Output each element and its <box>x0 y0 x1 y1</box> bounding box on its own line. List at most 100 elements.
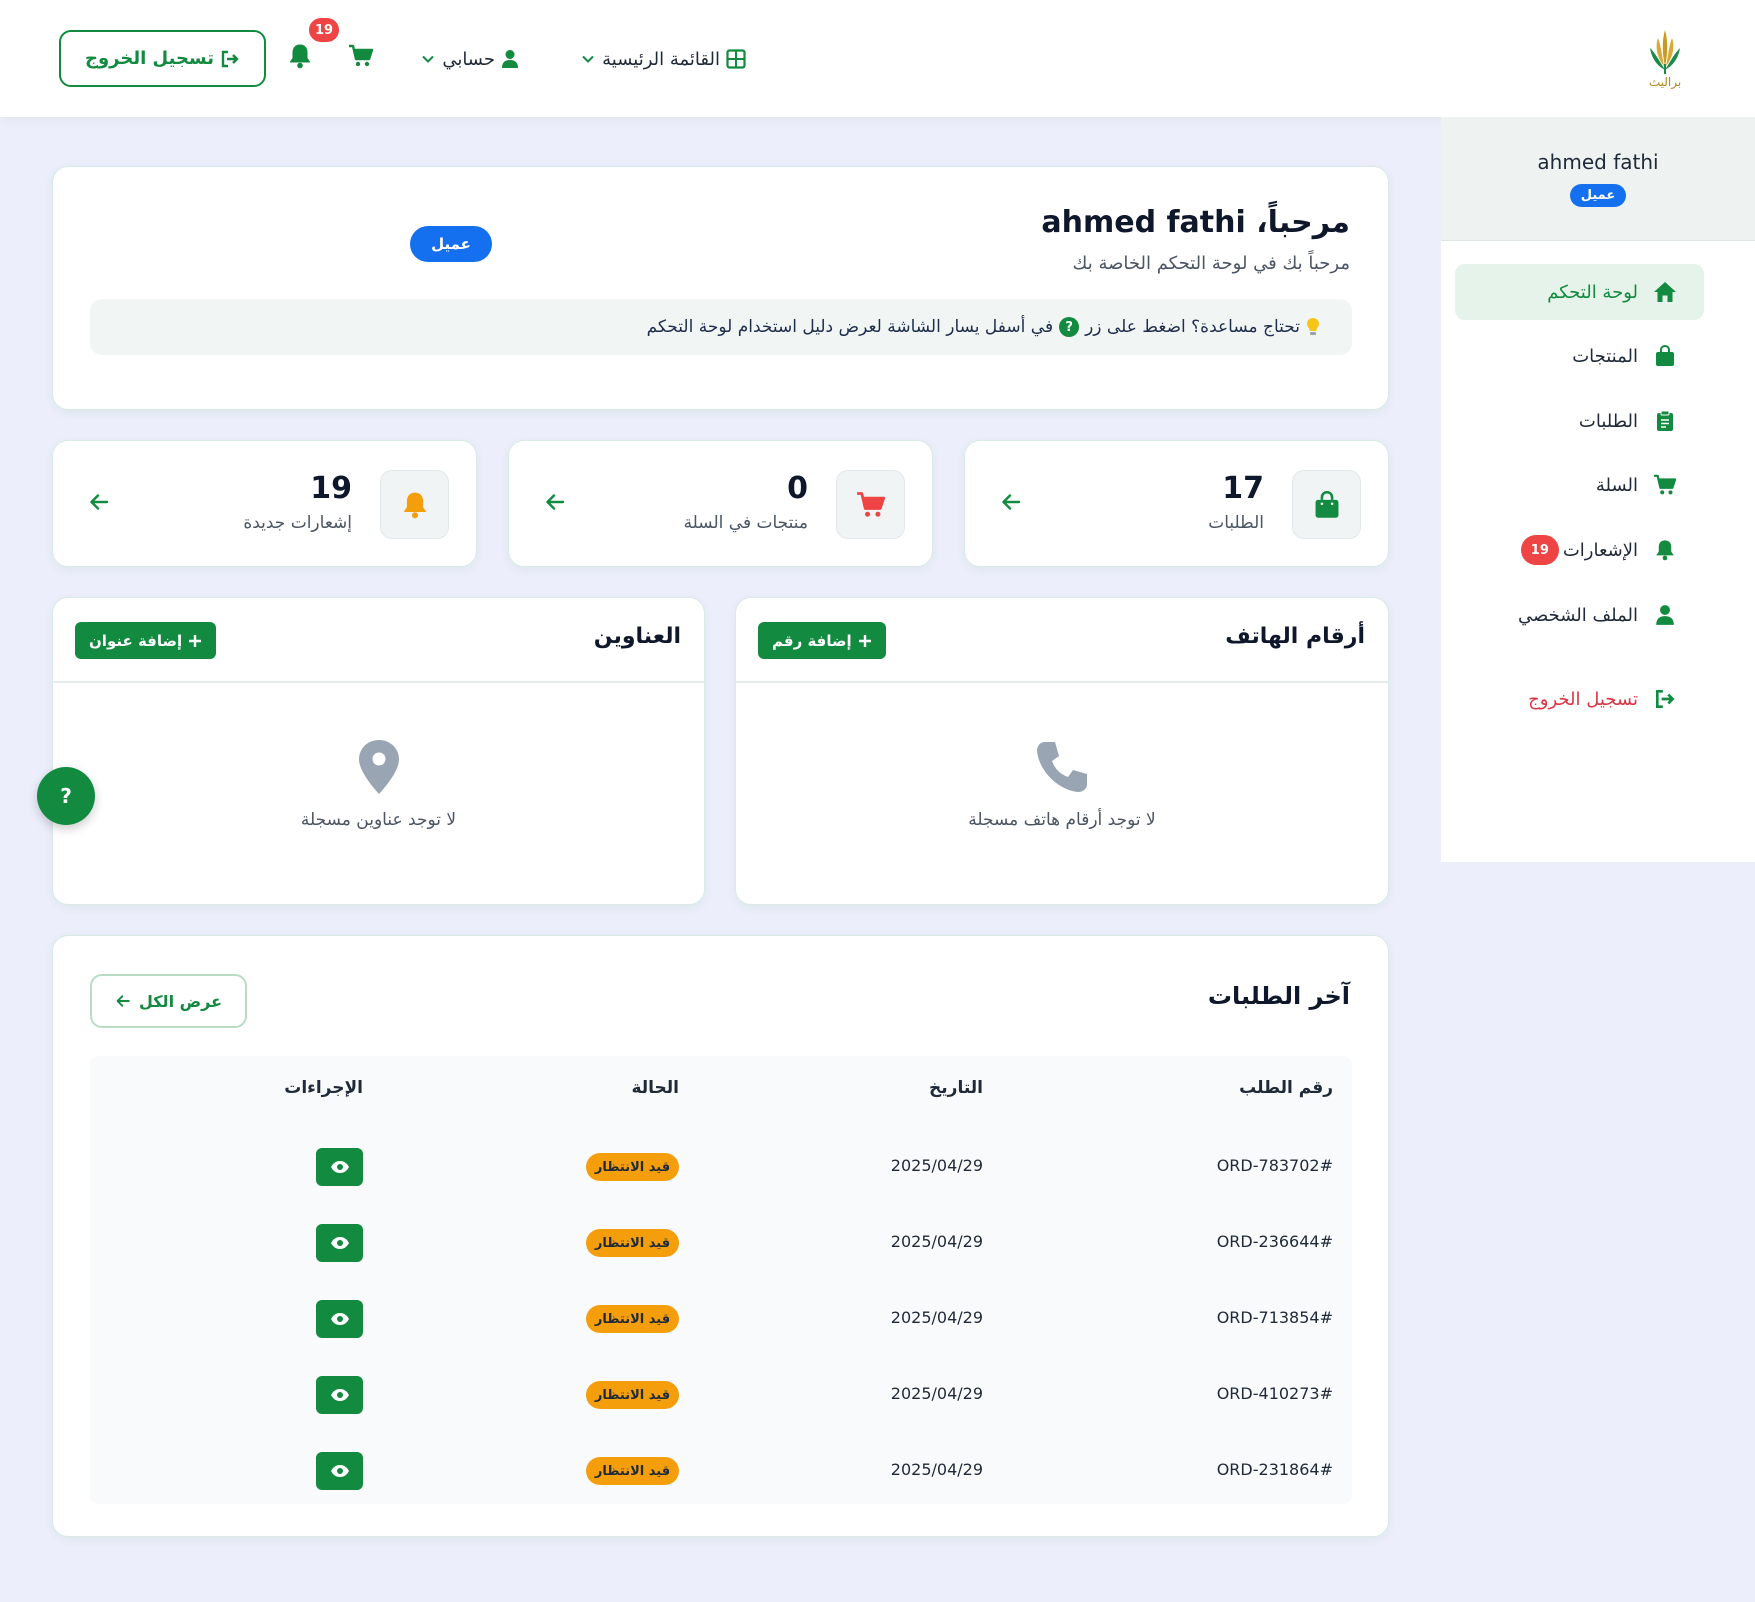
empty-state: لا توجد أرقام هاتف مسجلة <box>736 738 1388 830</box>
order-id: #ORD-236644 <box>1216 1232 1333 1251</box>
help-tip-text-end: في أسفل يسار الشاشة لعرض دليل استخدام لو… <box>646 317 1054 337</box>
sidebar-item-cart[interactable]: السلة <box>1455 457 1704 513</box>
chevron-down-icon <box>420 51 436 67</box>
arrow-left-icon[interactable] <box>1000 491 1022 513</box>
grid-icon <box>726 49 746 69</box>
account-dropdown[interactable]: حسابي <box>409 44 519 74</box>
sidebar-item-label: الإشعارات <box>1562 539 1638 561</box>
status-badge: قيد الانتظار <box>586 1305 679 1333</box>
status-badge: قيد الانتظار <box>586 1229 679 1257</box>
view-all-button[interactable]: عرض الكل <box>90 974 247 1028</box>
logout-icon <box>1652 686 1678 712</box>
view-order-button[interactable] <box>316 1452 363 1490</box>
sidebar-user-card: ahmed fathi عميل <box>1441 117 1755 241</box>
role-badge: عميل <box>410 226 492 262</box>
account-label: حسابي <box>442 48 495 70</box>
view-order-button[interactable] <box>316 1148 363 1186</box>
addresses-panel: العناوين إضافة عنوان لا توجد عناوين مسجل… <box>52 597 705 905</box>
plus-icon <box>188 634 202 648</box>
lightbulb-icon <box>1306 317 1320 337</box>
stat-card-cart[interactable]: 0 منتجات في السلة <box>508 440 933 567</box>
help-tip-text-start: تحتاج مساعدة؟ اضغط على زر <box>1085 317 1300 337</box>
orders-table: رقم الطلب التاريخ الحالة الإجراءات #ORD-… <box>90 1056 1352 1504</box>
sidebar-item-label: تسجيل الخروج <box>1528 688 1638 710</box>
brand-logo[interactable]: براليث <box>1638 26 1692 92</box>
sidebar-item-label: السلة <box>1595 474 1638 496</box>
chevron-down-icon <box>580 51 596 67</box>
phone-numbers-panel: أرقام الهاتف إضافة رقم لا توجد أرقام هات… <box>735 597 1389 905</box>
order-date: 2025/04/29 <box>890 1384 983 1403</box>
home-icon <box>1652 279 1678 305</box>
view-all-label: عرض الكل <box>138 991 223 1011</box>
order-date: 2025/04/29 <box>890 1308 983 1327</box>
welcome-card: مرحباً، ahmed fathi مرحباً بك في لوحة ال… <box>52 166 1389 410</box>
sidebar-item-dashboard[interactable]: لوحة التحكم <box>1455 264 1704 320</box>
welcome-subtitle: مرحباً بك في لوحة التحكم الخاصة بك <box>1072 253 1350 274</box>
map-pin-icon <box>357 738 401 796</box>
arrow-left-icon[interactable] <box>88 491 110 513</box>
plus-icon <box>858 634 872 648</box>
column-header: الإجراءات <box>284 1078 363 1098</box>
table-row: #ORD-236644 2025/04/29 قيد الانتظار <box>90 1204 1352 1280</box>
eye-icon <box>330 1236 350 1250</box>
sidebar-item-orders[interactable]: الطلبات <box>1455 393 1704 449</box>
main-menu-label: القائمة الرئيسية <box>602 48 720 70</box>
status-badge: قيد الانتظار <box>586 1153 679 1181</box>
stat-value: 17 <box>1222 471 1264 506</box>
eye-icon <box>330 1464 350 1478</box>
sidebar-item-logout[interactable]: تسجيل الخروج <box>1455 671 1704 727</box>
sidebar-item-products[interactable]: المنتجات <box>1455 328 1704 384</box>
notifications-bell-icon[interactable] <box>285 40 315 72</box>
add-phone-button[interactable]: إضافة رقم <box>758 622 886 659</box>
add-address-button[interactable]: إضافة عنوان <box>75 622 217 659</box>
role-badge: عميل <box>1569 184 1627 207</box>
cart-icon <box>1652 472 1678 498</box>
main-menu-dropdown[interactable]: القائمة الرئيسية <box>556 44 746 74</box>
order-id: #ORD-713854 <box>1216 1308 1333 1327</box>
user-icon <box>1652 602 1678 628</box>
panel-header: العناوين إضافة عنوان <box>53 598 704 683</box>
eye-icon <box>330 1388 350 1402</box>
stat-value: 0 <box>787 471 808 506</box>
latest-orders-card: آخر الطلبات عرض الكل رقم الطلب التاريخ ا… <box>52 935 1389 1537</box>
stat-label: إشعارات جديدة <box>243 513 352 533</box>
order-date: 2025/04/29 <box>890 1156 983 1175</box>
empty-state-text: لا توجد عناوين مسجلة <box>300 810 457 830</box>
stat-card-notifications[interactable]: 19 إشعارات جديدة <box>52 440 477 567</box>
sidebar-item-label: المنتجات <box>1572 345 1638 367</box>
sidebar-item-label: الطلبات <box>1578 410 1638 432</box>
clipboard-icon <box>1652 408 1678 434</box>
panel-title: العناوين <box>593 624 681 649</box>
arrow-left-icon[interactable] <box>544 491 566 513</box>
sidebar-item-profile[interactable]: الملف الشخصي <box>1455 587 1704 643</box>
column-header: رقم الطلب <box>1239 1078 1333 1098</box>
phone-icon <box>1033 738 1091 796</box>
stat-card-orders[interactable]: 17 الطلبات <box>964 440 1389 567</box>
table-row: #ORD-713854 2025/04/29 قيد الانتظار <box>90 1280 1352 1356</box>
order-id: #ORD-410273 <box>1216 1384 1333 1403</box>
cart-icon[interactable] <box>347 42 375 70</box>
sidebar-item-label: لوحة التحكم <box>1547 281 1638 303</box>
bell-icon <box>1652 537 1678 563</box>
notification-count-badge: 19 <box>1520 535 1559 565</box>
order-id: #ORD-231864 <box>1216 1460 1333 1479</box>
view-order-button[interactable] <box>316 1300 363 1338</box>
order-date: 2025/04/29 <box>890 1460 983 1479</box>
sidebar: ahmed fathi عميل لوحة التحكم المنتجات ال… <box>1441 117 1755 862</box>
svg-text:براليث: براليث <box>1649 75 1681 90</box>
status-badge: قيد الانتظار <box>586 1457 679 1485</box>
logout-button[interactable]: تسجيل الخروج <box>59 30 266 87</box>
view-order-button[interactable] <box>316 1376 363 1414</box>
stat-label: منتجات في السلة <box>683 513 808 533</box>
empty-state: لا توجد عناوين مسجلة <box>53 738 704 830</box>
table-row: #ORD-231864 2025/04/29 قيد الانتظار <box>90 1432 1352 1508</box>
sidebar-user-name: ahmed fathi <box>1537 150 1659 174</box>
help-button[interactable]: ? <box>37 767 95 825</box>
table-row: #ORD-783702 2025/04/29 قيد الانتظار <box>90 1128 1352 1204</box>
empty-state-text: لا توجد أرقام هاتف مسجلة <box>968 810 1156 830</box>
view-order-button[interactable] <box>316 1224 363 1262</box>
column-header: الحالة <box>631 1078 679 1098</box>
stat-label: الطلبات <box>1208 513 1264 533</box>
sidebar-item-notifications[interactable]: الإشعارات 19 <box>1455 522 1704 578</box>
logout-icon <box>220 50 240 68</box>
